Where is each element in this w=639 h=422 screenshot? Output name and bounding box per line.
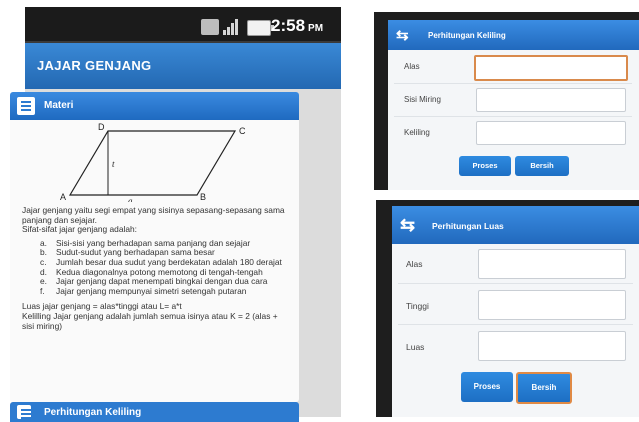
- battery-icon: [247, 20, 274, 36]
- materi-card: Materi D C A B t a Jajar genjang yaitu s…: [10, 92, 299, 402]
- divider: [394, 116, 632, 117]
- vertex-a-label: A: [60, 192, 66, 202]
- tinggi-input[interactable]: [478, 290, 626, 320]
- base-label: a: [128, 196, 133, 202]
- swap-arrows-icon: ⇆: [396, 27, 409, 44]
- alas-input[interactable]: [478, 249, 626, 279]
- app-bar: JAJAR GENJANG: [25, 43, 341, 89]
- tinggi-label: Tinggi: [406, 301, 429, 311]
- luas-output[interactable]: [478, 331, 626, 361]
- status-time: 2:58 PM: [271, 16, 324, 35]
- vertex-c-label: C: [239, 126, 246, 136]
- parallelogram-diagram: D C A B t a: [60, 122, 246, 202]
- divider: [398, 283, 633, 284]
- keliling-output[interactable]: [476, 121, 626, 145]
- materi-text: Jajar genjang yaitu segi empat yang sisi…: [22, 205, 290, 331]
- properties-list: a. Sisi-sisi yang berhadapan sama panjang…: [22, 238, 290, 297]
- bersih-button[interactable]: Bersih: [515, 156, 569, 176]
- vertex-b-label: B: [200, 192, 206, 202]
- network-3g-icon: [201, 19, 219, 35]
- alas-label: Alas: [404, 62, 420, 71]
- luas-label: Luas: [406, 342, 425, 352]
- document-icon: [17, 97, 35, 115]
- swap-arrows-icon: ⇆: [400, 215, 416, 235]
- materi-intro: Jajar genjang yaitu segi empat yang sisi…: [22, 205, 285, 225]
- luas-panel: ⇆ Perhitungan Luas Alas Tinggi Luas Pros…: [392, 206, 639, 417]
- bersih-button[interactable]: Bersih: [516, 372, 572, 404]
- luas-panel-title: Perhitungan Luas: [432, 221, 504, 231]
- status-bar: 2:58 PM: [25, 7, 341, 41]
- divider: [394, 83, 632, 84]
- keliling-panel-header: ⇆ Perhitungan Keliling: [388, 20, 639, 50]
- parallelogram-shape: [68, 130, 237, 196]
- proses-button[interactable]: Proses: [461, 372, 513, 402]
- keliling-formula: Kelilling Jajar genjang adalah jumlah se…: [22, 310, 278, 331]
- luas-panel-header: ⇆ Perhitungan Luas: [392, 206, 639, 244]
- list-item: f. Jajar genjang mempunyai simetri seteng…: [40, 285, 247, 296]
- signal-strength-icon: [223, 19, 239, 35]
- keliling-panel-title: Perhitungan Keliling: [428, 31, 506, 40]
- vertex-d-label: D: [98, 122, 105, 132]
- alas-input[interactable]: [474, 55, 628, 81]
- keliling-panel: ⇆ Perhitungan Keliling Alas Sisi Miring …: [388, 20, 639, 190]
- sisi-miring-label: Sisi Miring: [404, 95, 441, 104]
- keliling-card-header[interactable]: Perhitungan Keliling: [10, 402, 299, 422]
- keliling-label: Keliling: [404, 128, 430, 137]
- divider: [398, 324, 633, 325]
- app-title: JAJAR GENJANG: [37, 58, 152, 73]
- keliling-card-title: Perhitungan Keliling: [44, 407, 142, 418]
- sisi-miring-input[interactable]: [476, 88, 626, 112]
- materi-card-title: Materi: [44, 100, 74, 111]
- materi-card-header[interactable]: Materi: [10, 92, 299, 120]
- alas-label: Alas: [406, 259, 423, 269]
- materi-properties-heading: Sifat-sifat jajar genjang adalah:: [22, 224, 137, 235]
- height-label: t: [112, 159, 115, 169]
- proses-button[interactable]: Proses: [459, 156, 511, 176]
